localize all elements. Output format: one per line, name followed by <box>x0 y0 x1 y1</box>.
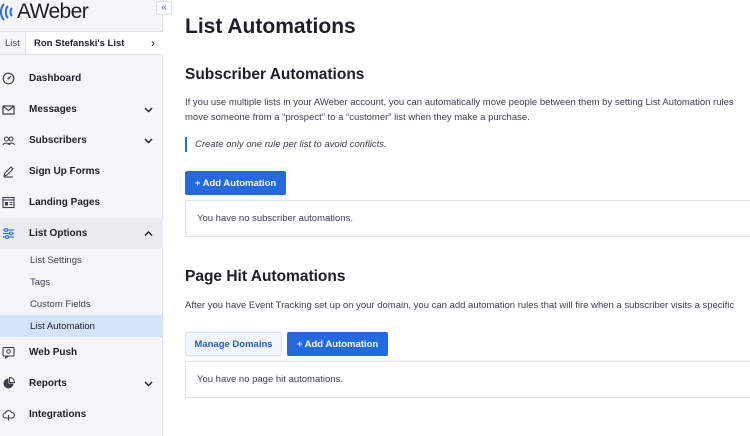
dashboard-icon <box>2 72 15 85</box>
subscriber-automations-description: If you use multiple lists in your AWeber… <box>185 95 734 125</box>
main-content: List Automations Subscriber Automations … <box>185 0 750 436</box>
sidebar-item-label: Reports <box>29 378 67 389</box>
sidebar-item-dashboard[interactable]: Dashboard <box>0 63 163 94</box>
pie-chart-icon <box>3 377 15 389</box>
sidebar-item-label: Dashboard <box>29 73 82 84</box>
logo-row: AWeber <box>0 0 163 28</box>
sidebar-item-label: Integrations <box>29 409 87 420</box>
aweber-logo-icon <box>0 3 13 21</box>
sidebar-item-label: Landing Pages <box>29 197 101 208</box>
sidebar-item-subscribers[interactable]: Subscribers <box>0 125 163 156</box>
sliders-icon <box>3 227 14 240</box>
collapse-sidebar-button[interactable]: « <box>156 1 172 15</box>
chevron-down-icon <box>144 138 153 144</box>
sidebar-item-landing-pages[interactable]: Landing Pages <box>0 187 163 218</box>
sidebar-item-messages[interactable]: Messages <box>0 94 163 125</box>
sidebar-item-label: List Options <box>29 228 88 239</box>
sidebar-subitem-tags[interactable]: Tags <box>0 271 163 293</box>
page-title: List Automations <box>185 15 356 38</box>
sidebar-item-sign-up-forms[interactable]: Sign Up Forms <box>0 156 163 187</box>
envelope-icon <box>2 105 15 115</box>
message-bell-icon <box>2 346 15 359</box>
conflict-note: Create only one rule per list to avoid c… <box>185 137 387 152</box>
sidebar-item-web-push[interactable]: Web Push <box>0 337 163 368</box>
sidebar-item-list-options[interactable]: List Options <box>0 218 163 249</box>
sidebar: AWeber List Ron Stefanski's List › Dashb… <box>0 0 163 436</box>
chevron-down-icon <box>144 107 153 113</box>
chevron-down-icon <box>144 381 153 387</box>
current-list-name: Ron Stefanski's List <box>34 37 125 49</box>
add-page-hit-automation-button[interactable]: + Add Automation <box>287 332 388 356</box>
aweber-logo[interactable]: AWeber <box>0 0 89 23</box>
subscriber-automations-empty-state: You have no subscriber automations. <box>185 200 750 237</box>
page-hit-automations-empty-state: You have no page hit automations. <box>185 361 750 398</box>
page-hit-automations-description: After you have Event Tracking set up on … <box>185 300 735 311</box>
sidebar-subitem-list-automation[interactable]: List Automation <box>0 315 163 337</box>
list-selector[interactable]: List Ron Stefanski's List › <box>0 31 163 55</box>
sidebar-item-reports[interactable]: Reports <box>0 368 163 399</box>
sidebar-item-integrations[interactable]: Integrations <box>0 399 163 430</box>
cloud-icon <box>2 410 15 421</box>
users-icon <box>2 136 15 146</box>
list-selector-tag: List <box>0 32 26 54</box>
description-line: If you use multiple lists in your AWeber… <box>185 97 734 108</box>
description-line: move someone from a “prospect” to a “cus… <box>185 112 530 123</box>
manage-domains-button[interactable]: Manage Domains <box>185 332 282 356</box>
pen-icon <box>3 166 14 178</box>
add-subscriber-automation-button[interactable]: + Add Automation <box>185 171 286 195</box>
subscriber-automations-title: Subscriber Automations <box>185 66 365 83</box>
sidebar-subitem-custom-fields[interactable]: Custom Fields <box>0 293 163 315</box>
sidebar-item-label: Subscribers <box>29 135 87 146</box>
chevron-up-icon <box>144 231 153 236</box>
sidebar-item-label: Web Push <box>29 347 78 358</box>
sidebar-item-label: Sign Up Forms <box>29 166 101 177</box>
brand-name: AWeber <box>17 0 89 23</box>
sidebar-subitem-list-settings[interactable]: List Settings <box>0 249 163 271</box>
chevron-right-icon: › <box>151 36 155 50</box>
sidebar-item-label: Messages <box>29 104 77 115</box>
layout-icon <box>2 196 15 209</box>
sidebar-nav: Dashboard Messages Subscribers Sign Up F… <box>0 63 163 430</box>
page-hit-automations-title: Page Hit Automations <box>185 268 346 285</box>
